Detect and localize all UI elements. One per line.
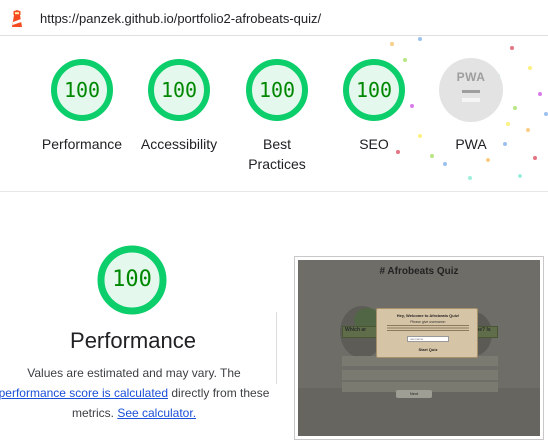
performance-score-link[interactable]: performance score is calculated (0, 386, 168, 400)
welcome-modal: Hey, Welcome to Afrobeats Quiz! Please g… (376, 308, 478, 358)
score-value: 100 (160, 78, 198, 102)
see-calculator-link[interactable]: See calculator. (117, 406, 196, 420)
question-left-text: Which ar (345, 327, 367, 333)
screenshot-title: # Afrobeats Quiz (379, 266, 459, 277)
address-bar[interactable]: https://panzek.github.io/portfolio2-afro… (0, 0, 548, 36)
pwa-dash-icon (462, 90, 480, 93)
performance-description: Values are estimated and may vary. The p… (0, 363, 274, 423)
score-gauge: 100 (342, 58, 406, 122)
gauge-performance[interactable]: 100 Performance (32, 58, 132, 154)
performance-score-gauge: 100 (96, 244, 168, 316)
modal-subtitle: Please give username: (410, 320, 446, 324)
desc-text: Values are estimated and may vary. The (27, 366, 241, 380)
score-gauge: 100 (50, 58, 114, 122)
next-button: Next (396, 390, 432, 398)
performance-title: Performance (70, 328, 196, 353)
score-value: 100 (258, 78, 296, 102)
gauge-label: Best Practices (248, 136, 306, 172)
gauge-best-practices[interactable]: 100 Best Practices (227, 58, 327, 174)
answer-option (342, 370, 498, 380)
final-screenshot[interactable]: # Afrobeats Quiz Which ar iebe? Is Next … (294, 256, 544, 440)
gauge-accessibility[interactable]: 100 Accessibility (129, 58, 229, 154)
category-gauges: 100 Performance 100 Accessibility 100 Be… (0, 36, 548, 191)
score-value: 100 (355, 78, 393, 102)
screenshot-image: # Afrobeats Quiz Which ar iebe? Is Next … (298, 260, 540, 436)
gauge-label: SEO (359, 136, 389, 152)
performance-score-value: 100 (112, 267, 152, 292)
score-value: 100 (63, 78, 101, 102)
username-input: username (407, 336, 449, 342)
score-gauge: 100 (245, 58, 309, 122)
gauge-label: Accessibility (140, 136, 218, 152)
section-divider (0, 191, 548, 192)
score-gauge: 100 (147, 58, 211, 122)
modal-title: Hey, Welcome to Afrobeats Quiz! (396, 313, 460, 318)
modal-instructions (387, 325, 469, 331)
url-text[interactable]: https://panzek.github.io/portfolio2-afro… (40, 11, 321, 26)
gauge-pwa[interactable]: PWA PWA (421, 58, 521, 154)
vertical-divider (276, 312, 277, 384)
pwa-badge-text: PWA (456, 70, 486, 84)
pwa-dash-icon (462, 98, 480, 102)
start-quiz-button: Start Quiz (418, 347, 438, 352)
gauge-seo[interactable]: 100 SEO (324, 58, 424, 154)
gauge-label: Performance (41, 136, 123, 152)
gauge-label: PWA (455, 136, 487, 152)
pwa-badge-icon: PWA (439, 58, 503, 122)
lighthouse-icon (12, 10, 22, 27)
